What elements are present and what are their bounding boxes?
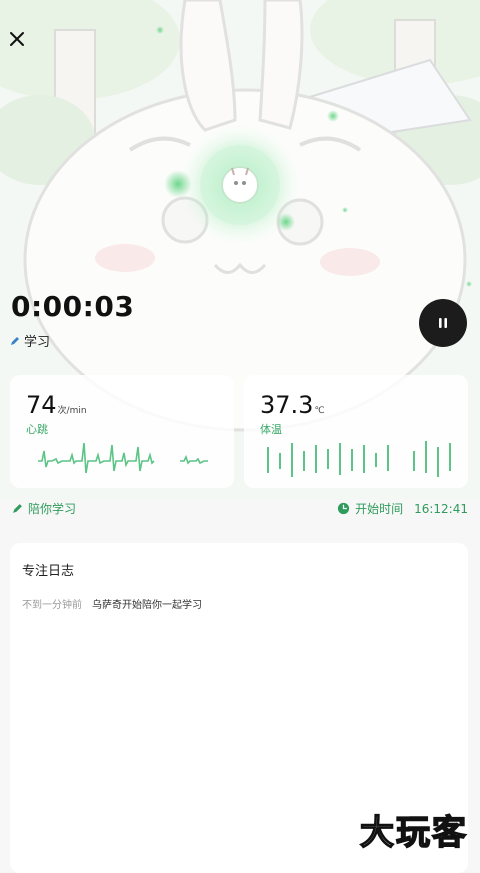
pause-button[interactable] <box>419 299 467 347</box>
watermark-logo: 大玩客 <box>359 812 468 854</box>
heartbeat-waveform <box>38 442 208 474</box>
clock-icon <box>338 502 350 515</box>
heart-rate-value: 74 <box>26 391 57 419</box>
log-entry-time: 不到一分钟前 <box>22 600 82 611</box>
temperature-bars <box>267 441 451 477</box>
activity-label: 学习 <box>24 335 51 350</box>
heart-rate-unit: 次/min <box>57 406 87 416</box>
heart-rate-card: 74 次/min 心跳 <box>10 375 234 488</box>
log-entry-text: 乌萨奇开始陪你一起学习 <box>92 600 202 611</box>
close-icon[interactable] <box>6 28 28 50</box>
temperature-value: 37.3 <box>260 391 314 419</box>
start-time-label: 开始时间 <box>355 502 404 516</box>
activity-label-row: 学习 <box>10 331 50 350</box>
pen-icon <box>13 504 22 513</box>
start-time-row: 开始时间 16:12:41 <box>337 500 468 517</box>
companion-row[interactable]: 陪你学习 <box>12 500 76 517</box>
elapsed-timer: 0:00:03 <box>11 290 135 323</box>
pause-icon <box>439 318 447 328</box>
log-entry: 不到一分钟前 乌萨奇开始陪你一起学习 <box>22 596 202 611</box>
temperature-card: 37.3 ℃ 体温 <box>244 375 468 488</box>
companion-label: 陪你学习 <box>28 502 77 516</box>
focus-log-title: 专注日志 <box>22 564 75 579</box>
pen-icon <box>11 336 19 345</box>
temperature-unit: ℃ <box>314 406 325 416</box>
start-time-value: 16:12:41 <box>414 501 468 516</box>
